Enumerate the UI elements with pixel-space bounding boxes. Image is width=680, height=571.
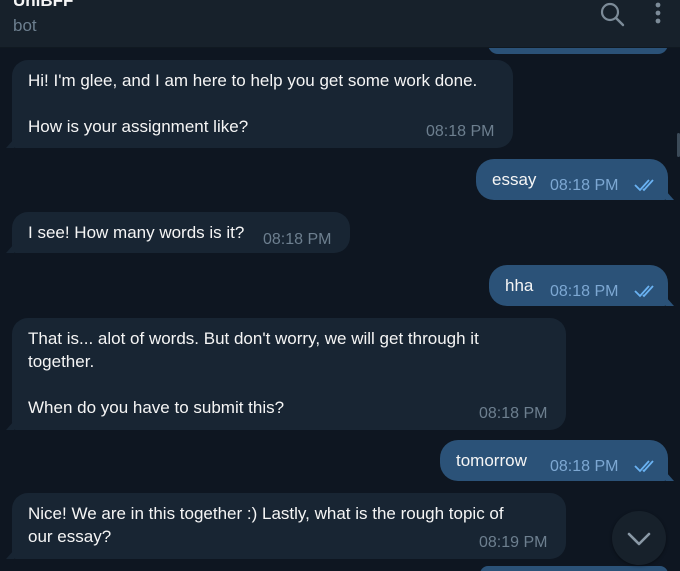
bubble-tail	[666, 472, 674, 481]
message-list[interactable]: Hi! I'm glee, and I am here to help you …	[0, 48, 680, 571]
chat-header: UniBFF bot	[0, 0, 680, 48]
outgoing-message[interactable]: hha 08:18 PM	[489, 265, 674, 306]
incoming-message[interactable]: I see! How many words is it? 08:18 PM	[6, 212, 350, 253]
incoming-message[interactable]: Nice! We are in this together :) Lastly,…	[6, 493, 566, 559]
incoming-message[interactable]: Hi! I'm glee, and I am here to help you …	[6, 60, 513, 148]
message-text: tomorrow	[456, 451, 527, 470]
bubble-tail	[6, 421, 14, 430]
bubble-tail	[6, 139, 14, 148]
chevron-down-icon	[627, 532, 651, 546]
message-text: I see! How many words is it?	[28, 223, 245, 242]
message-time: 08:18 PM	[550, 283, 619, 300]
message-time: 08:19 PM	[479, 534, 548, 551]
bubble-tail	[6, 550, 14, 559]
double-check-icon	[634, 460, 654, 473]
message-text: hha	[505, 276, 534, 295]
chat-subtitle: bot	[13, 16, 37, 35]
bubble-tail	[666, 297, 674, 306]
outgoing-message[interactable]: tomorrow 08:18 PM	[440, 440, 674, 481]
scroll-to-bottom-button[interactable]	[612, 511, 666, 565]
message-time: 08:18 PM	[426, 123, 495, 140]
message-text: Hi! I'm glee, and I am here to help you …	[28, 71, 478, 136]
message-text: That is... alot of words. But don't worr…	[28, 329, 479, 417]
message-time: 08:18 PM	[550, 458, 619, 475]
search-button[interactable]	[599, 2, 627, 28]
chat-title[interactable]: UniBFF	[13, 0, 73, 11]
search-icon	[600, 2, 625, 27]
previous-message-bubble	[488, 48, 668, 54]
message-time: 08:18 PM	[263, 231, 332, 248]
outgoing-message[interactable]: essay 08:18 PM	[476, 159, 674, 200]
double-check-icon	[634, 179, 654, 192]
message-time: 08:18 PM	[550, 177, 619, 194]
more-vertical-icon	[655, 2, 661, 24]
more-options-button[interactable]	[648, 1, 668, 27]
next-message-bubble	[480, 566, 668, 571]
message-text: Nice! We are in this together :) Lastly,…	[28, 504, 504, 546]
incoming-message[interactable]: That is... alot of words. But don't worr…	[6, 318, 566, 430]
bubble-tail	[6, 244, 14, 253]
message-text: essay	[492, 170, 537, 189]
bubble-tail	[666, 191, 674, 200]
message-time: 08:18 PM	[479, 405, 548, 422]
double-check-icon	[634, 285, 654, 298]
